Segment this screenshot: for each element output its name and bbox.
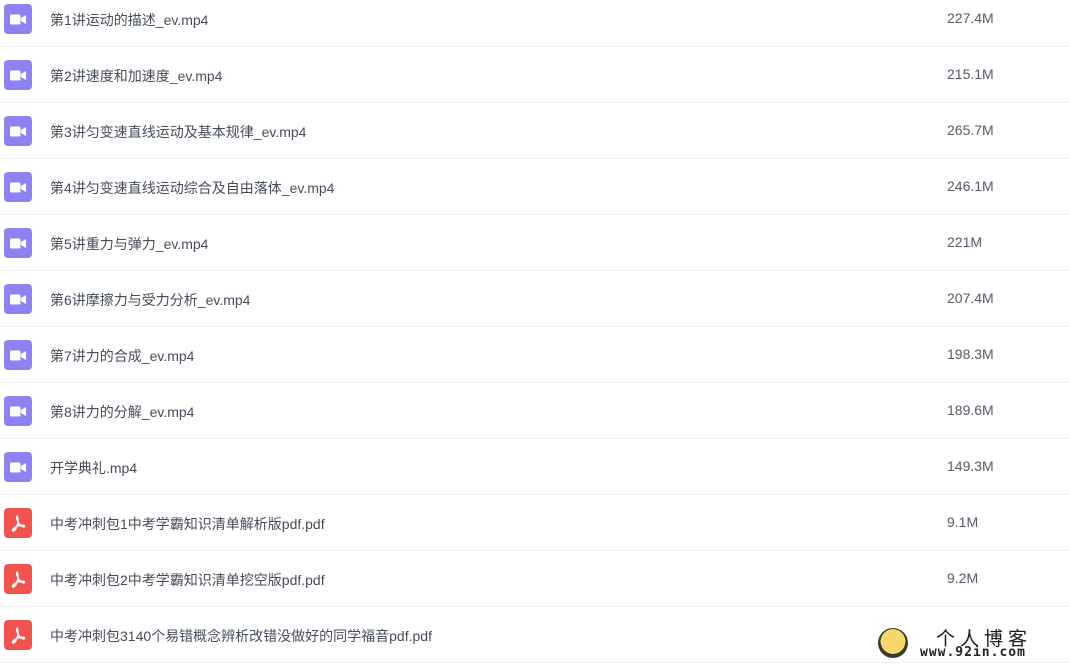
video-file-icon xyxy=(4,60,32,90)
file-name[interactable]: 第3讲匀变速直线运动及基本规律_ev.mp4 xyxy=(50,122,306,142)
video-file-icon xyxy=(4,4,32,34)
file-size: 221M xyxy=(947,234,983,250)
file-name[interactable]: 第4讲匀变速直线运动综合及自由落体_ev.mp4 xyxy=(50,178,334,198)
video-file-icon xyxy=(4,228,32,258)
file-name[interactable]: 第8讲力的分解_ev.mp4 xyxy=(50,402,194,422)
file-size: 227.4M xyxy=(947,10,994,26)
file-name[interactable]: 第5讲重力与弹力_ev.mp4 xyxy=(50,234,208,254)
watermark-url: www.92in.com xyxy=(920,645,1026,660)
file-row[interactable]: 第4讲匀变速直线运动综合及自由落体_ev.mp4 246.1M xyxy=(0,159,1070,215)
file-name[interactable]: 第1讲运动的描述_ev.mp4 xyxy=(50,10,208,30)
file-row[interactable]: 第7讲力的合成_ev.mp4 198.3M xyxy=(0,327,1070,383)
file-row[interactable]: 中考冲刺包2中考学霸知识清单挖空版pdf.pdf 9.2M xyxy=(0,551,1070,607)
file-size: 215.1M xyxy=(947,66,994,82)
pdf-file-icon xyxy=(4,620,32,650)
file-name[interactable]: 第6讲摩擦力与受力分析_ev.mp4 xyxy=(50,290,250,310)
video-file-icon xyxy=(4,396,32,426)
file-row[interactable]: 中考冲刺包1中考学霸知识清单解析版pdf.pdf 9.1M xyxy=(0,495,1070,551)
file-list: 第1讲运动的描述_ev.mp4 227.4M 第2讲速度和加速度_ev.mp4 215… xyxy=(0,0,1070,663)
file-name[interactable]: 中考冲刺包3140个易错概念辨析改错没做好的同学福音pdf.pdf xyxy=(50,626,432,646)
file-name[interactable]: 第7讲力的合成_ev.mp4 xyxy=(50,346,194,366)
file-row[interactable]: 第1讲运动的描述_ev.mp4 227.4M xyxy=(0,0,1070,47)
watermark-avatar-icon xyxy=(878,628,908,658)
file-name[interactable]: 开学典礼.mp4 xyxy=(50,458,137,478)
file-row[interactable]: 第3讲匀变速直线运动及基本规律_ev.mp4 265.7M xyxy=(0,103,1070,159)
file-size: 207.4M xyxy=(947,290,994,306)
pdf-file-icon xyxy=(4,564,32,594)
file-size: 9.2M xyxy=(947,570,979,586)
file-size: 9.1M xyxy=(947,514,979,530)
video-file-icon xyxy=(4,284,32,314)
file-name[interactable]: 第2讲速度和加速度_ev.mp4 xyxy=(50,66,222,86)
file-row[interactable]: 第6讲摩擦力与受力分析_ev.mp4 207.4M xyxy=(0,271,1070,327)
pdf-file-icon xyxy=(4,508,32,538)
file-size: 149.3M xyxy=(947,458,994,474)
file-size: 246.1M xyxy=(947,178,994,194)
file-row[interactable]: 第8讲力的分解_ev.mp4 189.6M xyxy=(0,383,1070,439)
file-name[interactable]: 中考冲刺包2中考学霸知识清单挖空版pdf.pdf xyxy=(50,570,325,590)
video-file-icon xyxy=(4,116,32,146)
video-file-icon xyxy=(4,452,32,482)
file-row[interactable]: 第5讲重力与弹力_ev.mp4 221M xyxy=(0,215,1070,271)
file-name[interactable]: 中考冲刺包1中考学霸知识清单解析版pdf.pdf xyxy=(50,514,325,534)
file-size: 198.3M xyxy=(947,346,994,362)
watermark: 个人博客 www.92in.com xyxy=(878,622,1058,662)
video-file-icon xyxy=(4,340,32,370)
file-size: 189.6M xyxy=(947,402,994,418)
file-row[interactable]: 第2讲速度和加速度_ev.mp4 215.1M xyxy=(0,47,1070,103)
file-size: 265.7M xyxy=(947,122,994,138)
video-file-icon xyxy=(4,172,32,202)
file-row[interactable]: 开学典礼.mp4 149.3M xyxy=(0,439,1070,495)
